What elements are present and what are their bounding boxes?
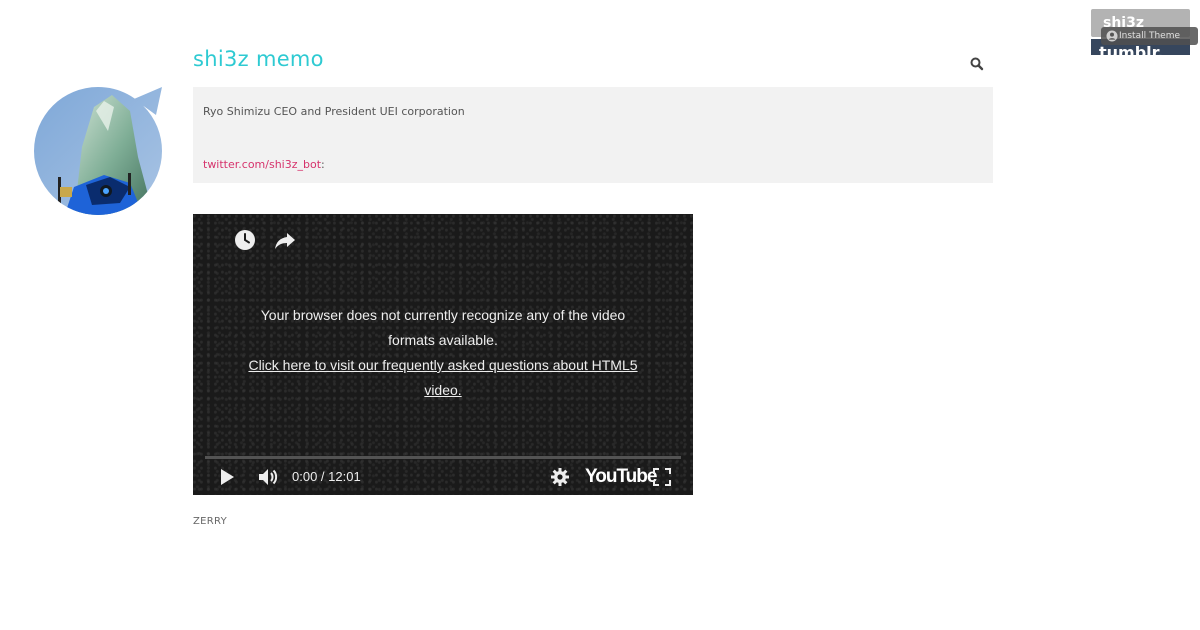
video-progress-bar[interactable] xyxy=(205,456,681,459)
blog-title[interactable]: shi3z memo xyxy=(193,47,324,71)
video-error-message: Your browser does not currently recogniz… xyxy=(233,303,653,403)
watch-later-button[interactable] xyxy=(234,229,256,251)
avatar-photo xyxy=(34,87,162,215)
video-player[interactable]: Your browser does not currently recogniz… xyxy=(193,214,693,495)
post-tag-link[interactable]: ZERRY xyxy=(193,516,227,527)
user-icon xyxy=(1106,30,1118,42)
play-icon xyxy=(221,469,234,485)
install-theme-label: Install Theme xyxy=(1119,31,1180,41)
settings-button[interactable] xyxy=(550,467,570,491)
video-time-display: 0:00 / 12:01 xyxy=(292,469,361,484)
description-text: Ryo Shimizu CEO and President UEI corpor… xyxy=(203,105,465,118)
twitter-link[interactable]: twitter.com/shi3z_bot xyxy=(203,158,321,171)
youtube-logo-link[interactable]: YouTube xyxy=(585,466,657,488)
watch-later-icon xyxy=(235,230,255,250)
play-button[interactable] xyxy=(217,467,237,491)
video-error-text: Your browser does not currently recogniz… xyxy=(260,307,626,348)
share-button[interactable] xyxy=(274,229,296,251)
mute-button[interactable] xyxy=(257,466,279,492)
volume-icon xyxy=(259,469,278,485)
fullscreen-icon xyxy=(653,468,671,486)
tumblr-controls: shi3z tumblr. Install Theme xyxy=(1091,9,1199,55)
share-icon xyxy=(275,233,295,249)
twitter-suffix: : xyxy=(321,158,325,171)
twitter-line: twitter.com/shi3z_bot: xyxy=(203,158,325,171)
avatar[interactable] xyxy=(34,87,164,217)
blog-description: Ryo Shimizu CEO and President UEI corpor… xyxy=(193,87,993,183)
fullscreen-button[interactable] xyxy=(653,468,671,490)
install-theme-button[interactable]: Install Theme xyxy=(1101,27,1198,45)
search-icon xyxy=(970,57,984,71)
html5-faq-link[interactable]: Click here to visit our frequently asked… xyxy=(248,357,637,398)
gear-icon xyxy=(551,468,569,486)
search-button[interactable] xyxy=(969,56,985,72)
